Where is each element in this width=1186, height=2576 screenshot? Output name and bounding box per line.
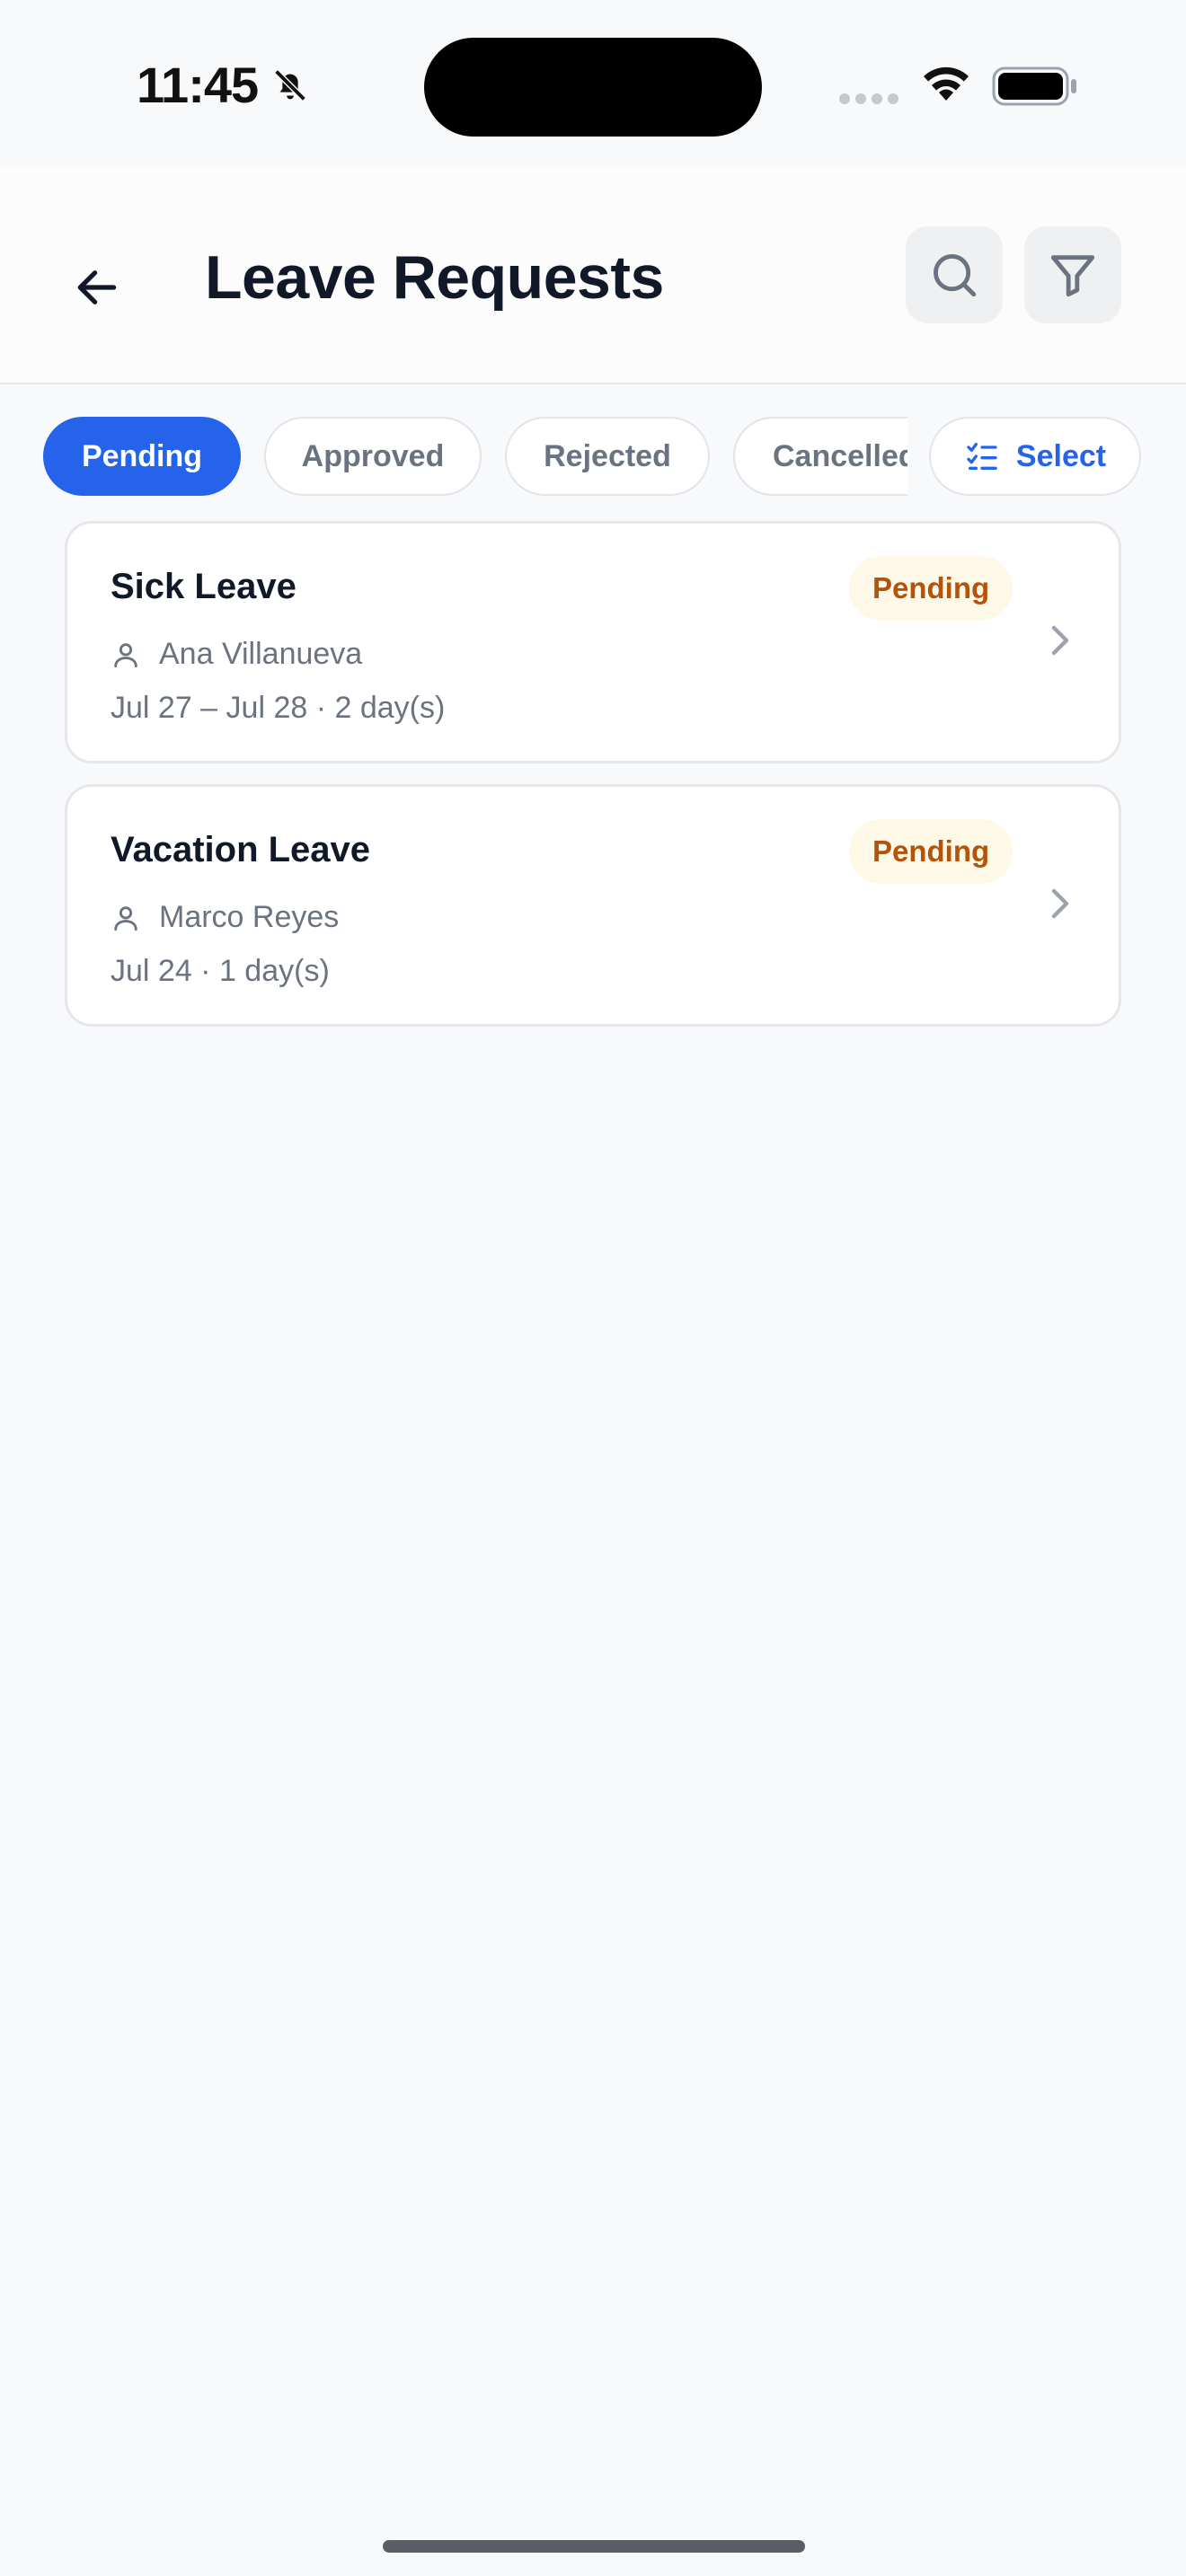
tab-scroller[interactable]: Pending Approved Rejected Cancelled	[41, 417, 907, 499]
status-badge: Pending	[849, 819, 1013, 884]
person-icon	[114, 642, 137, 667]
leave-request-card[interactable]: Vacation Leave Pending Marco Reyes Jul 2…	[65, 784, 1121, 1027]
search-button[interactable]	[906, 226, 1003, 323]
bell-slash-icon	[274, 69, 306, 101]
tab-rejected[interactable]: Rejected	[505, 417, 710, 496]
status-time: 11:45	[137, 57, 259, 113]
back-arrow-icon	[77, 270, 117, 304]
dynamic-island	[424, 38, 762, 137]
page-title: Leave Requests	[205, 243, 664, 312]
wifi-icon	[924, 66, 969, 101]
back-button[interactable]	[56, 246, 138, 329]
employee-name: Marco Reyes	[159, 900, 340, 934]
leave-type: Sick Leave	[111, 567, 296, 606]
leave-dates: Jul 27 – Jul 28 · 2 day(s)	[111, 691, 446, 725]
checklist-icon	[967, 443, 997, 470]
select-button[interactable]: Select	[929, 417, 1141, 496]
tab-approved[interactable]: Approved	[264, 417, 482, 496]
select-label: Select	[1015, 438, 1107, 473]
search-icon	[934, 254, 977, 297]
employee-row: Ana Villanueva	[111, 637, 362, 672]
employee-row: Marco Reyes	[111, 900, 339, 935]
leave-type: Vacation Leave	[111, 830, 371, 869]
status-bar: 11:45	[0, 0, 1186, 167]
tab-pending[interactable]: Pending	[43, 417, 241, 496]
chevron-right-icon	[1051, 625, 1069, 656]
person-icon	[114, 905, 137, 931]
status-badge: Pending	[849, 556, 1013, 621]
phone-screen: 11:45 Leave Requests Pending Approved Re…	[0, 0, 1186, 2576]
home-indicator[interactable]	[383, 2540, 805, 2553]
filter-icon	[1050, 255, 1095, 297]
filter-button[interactable]	[1024, 226, 1121, 323]
leave-dates: Jul 24 · 1 day(s)	[111, 954, 330, 988]
status-tabs: Pending Approved Rejected Cancelled Sele…	[0, 417, 1186, 499]
employee-name: Ana Villanueva	[159, 637, 363, 671]
tab-cancelled[interactable]: Cancelled	[733, 417, 907, 496]
app-header: Leave Requests	[0, 167, 1186, 384]
leave-request-card[interactable]: Sick Leave Pending Ana Villanueva Jul 27…	[65, 521, 1121, 763]
cellular-signal-icon	[839, 93, 898, 104]
battery-icon	[992, 66, 1076, 106]
chevron-right-icon	[1051, 888, 1069, 919]
